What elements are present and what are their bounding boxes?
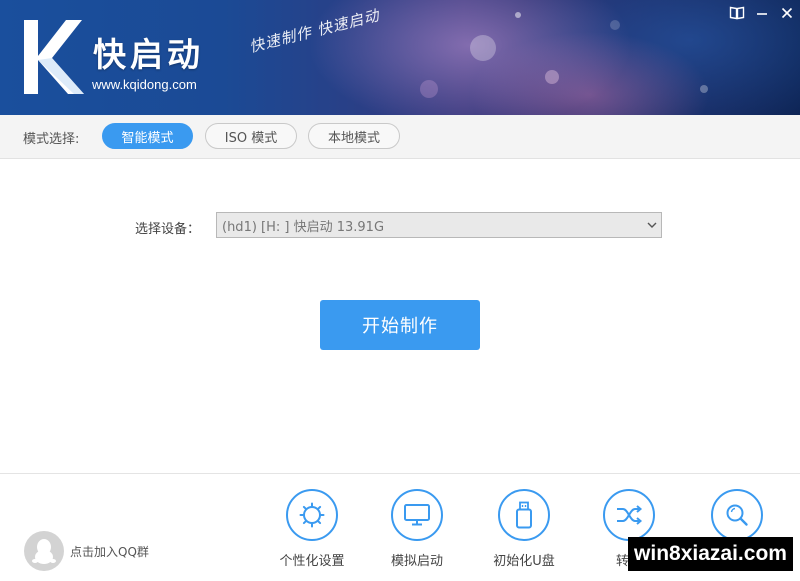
tool-circle: [286, 489, 338, 541]
tool-label: 个性化设置: [279, 554, 345, 569]
bokeh-light: [545, 70, 559, 84]
bokeh-light: [470, 35, 496, 61]
app-url: www.kqidong.com: [92, 77, 197, 92]
monitor-icon: [404, 504, 430, 526]
device-label: 选择设备：: [135, 222, 201, 237]
qq-penguin-icon: [24, 531, 64, 571]
mode-bar: 模式选择: 智能模式 ISO 模式 本地模式: [0, 115, 800, 159]
close-button[interactable]: [777, 4, 797, 22]
tab-local-mode[interactable]: 本地模式: [308, 123, 400, 149]
format-usb-button[interactable]: 初始化U盘: [469, 489, 579, 569]
bokeh-light: [515, 12, 521, 18]
header-banner: 快启动 www.kqidong.com 快速制作 快速启动: [0, 0, 800, 115]
shuffle-icon: [617, 505, 643, 525]
tool-circle: [711, 489, 763, 541]
book-icon: [729, 6, 745, 20]
help-button[interactable]: [727, 4, 747, 22]
app-title: 快启动: [93, 35, 204, 74]
tab-smart-mode[interactable]: 智能模式: [102, 123, 193, 149]
k-logo-icon: [24, 20, 84, 94]
slogan: 快速制作 快速启动: [247, 6, 382, 57]
join-qq-group-link[interactable]: 点击加入QQ群: [24, 531, 149, 571]
simulate-boot-button[interactable]: 模拟启动: [362, 489, 472, 569]
bokeh-light: [700, 85, 708, 93]
minimize-icon: [757, 13, 767, 15]
bokeh-light: [420, 80, 438, 98]
search-icon: [726, 504, 748, 526]
mode-label: 模式选择:: [23, 132, 80, 147]
tool-label: 模拟启动: [390, 554, 443, 569]
tool-circle: [391, 489, 443, 541]
tool-circle: [603, 489, 655, 541]
close-icon: [781, 7, 793, 19]
device-select[interactable]: (hd1) [H: ] 快启动 13.91G: [216, 212, 662, 238]
minimize-button[interactable]: [752, 4, 772, 22]
qq-label: 点击加入QQ群: [70, 544, 149, 559]
device-select-value: (hd1) [H: ] 快启动 13.91G: [222, 219, 385, 235]
chevron-down-icon[interactable]: [643, 213, 661, 237]
tool-label: 初始化U盘: [493, 554, 555, 569]
gear-icon: [299, 502, 325, 528]
watermark: win8xiazai.com: [628, 537, 793, 571]
start-button[interactable]: 开始制作: [320, 300, 480, 350]
tab-iso-mode[interactable]: ISO 模式: [205, 123, 297, 149]
tool-circle: [498, 489, 550, 541]
bokeh-light: [610, 20, 620, 30]
usb-drive-icon: [516, 501, 532, 529]
personalize-settings-button[interactable]: 个性化设置: [257, 489, 367, 569]
